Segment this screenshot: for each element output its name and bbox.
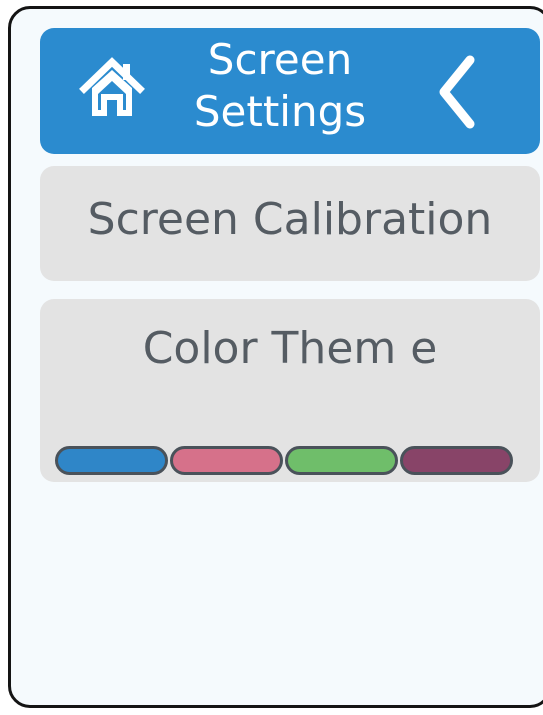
page-title-line-1: Screen [207,35,353,84]
color-theme-panel: Color Them e [40,299,540,482]
theme-swatch-plum[interactable] [400,446,513,475]
home-icon [79,57,145,116]
device-screen: Screen Settings Screen Calibration Color… [8,6,543,708]
color-theme-label: Color Them e [142,323,438,374]
chevron-left-icon [439,55,475,129]
back-button[interactable] [432,52,482,132]
screen-calibration-button[interactable]: Screen Calibration [40,166,540,281]
screen-calibration-label: Screen Calibration [87,194,493,245]
theme-swatch-green[interactable] [285,446,398,475]
page-title: Screen Settings [170,34,390,138]
home-button[interactable] [78,54,148,124]
header-bar: Screen Settings [40,28,540,154]
theme-swatch-row [55,446,513,479]
page-title-line-2: Settings [193,87,367,136]
theme-swatch-blue[interactable] [55,446,168,475]
theme-swatch-pink[interactable] [170,446,283,475]
